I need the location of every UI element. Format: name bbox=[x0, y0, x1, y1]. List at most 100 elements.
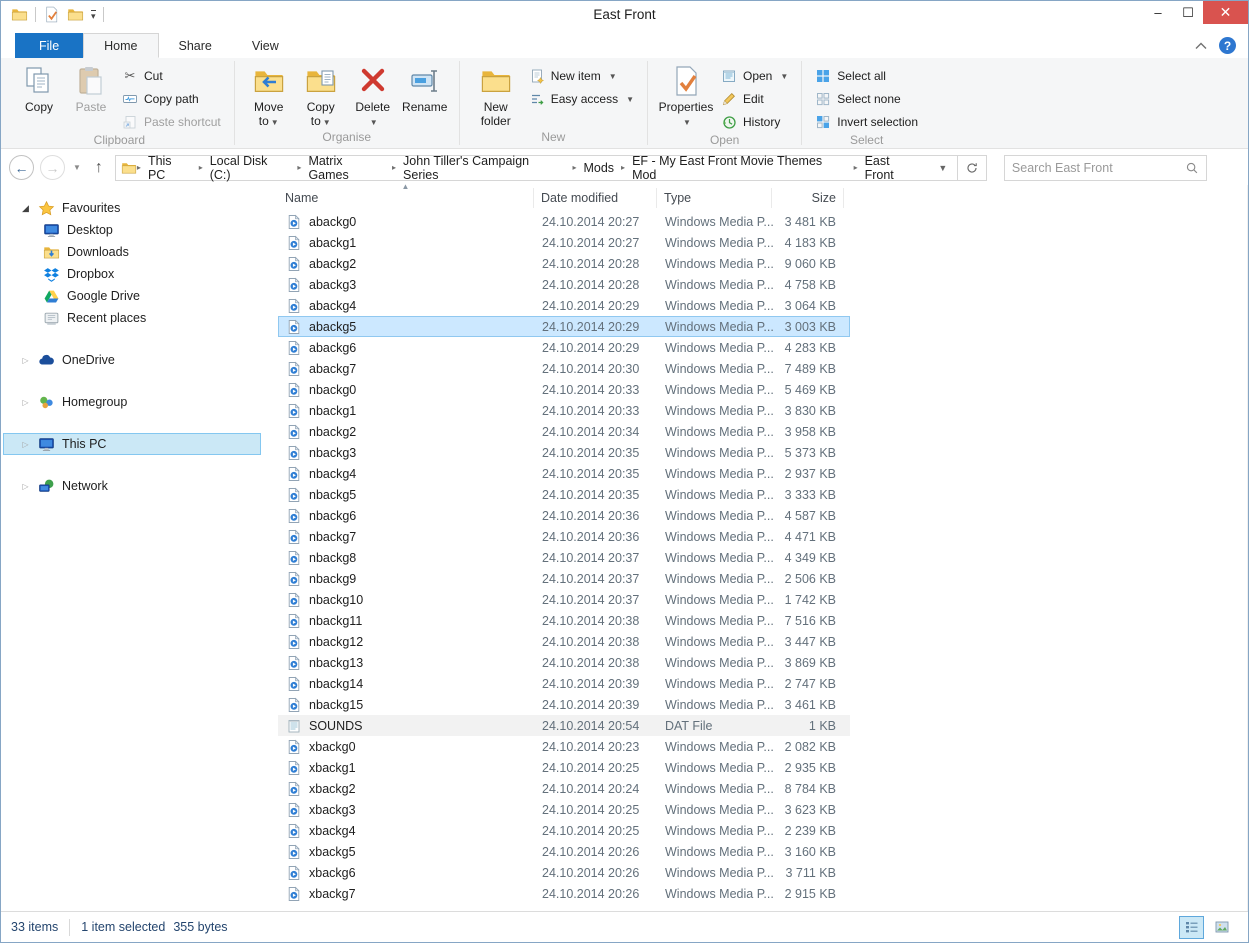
recent-locations-arrow-icon[interactable]: ▼ bbox=[71, 163, 83, 172]
table-row[interactable]: nbackg11 24.10.2014 20:38 Windows Media … bbox=[278, 610, 850, 631]
breadcrumb-item[interactable]: This PC bbox=[141, 154, 199, 182]
maximize-button[interactable]: ☐ bbox=[1173, 1, 1203, 24]
refresh-button[interactable] bbox=[957, 155, 986, 180]
table-row[interactable]: nbackg2 24.10.2014 20:34 Windows Media P… bbox=[278, 421, 850, 442]
sidebar-item-desktop[interactable]: Desktop bbox=[3, 219, 261, 241]
tab-home[interactable]: Home bbox=[83, 33, 159, 58]
sidebar-item-network[interactable]: ▷ Network bbox=[3, 475, 261, 497]
minimize-button[interactable]: – bbox=[1143, 1, 1173, 24]
paste-button[interactable]: Paste bbox=[65, 62, 117, 114]
table-row[interactable]: SOUNDS 24.10.2014 20:54 DAT File 1 KB bbox=[278, 715, 850, 736]
sidebar-item-favourites[interactable]: ◢ Favourites bbox=[3, 197, 261, 219]
open-button[interactable]: Open ▼ bbox=[716, 65, 793, 87]
properties-qat-icon[interactable] bbox=[43, 6, 60, 23]
sidebar-item-this-pc[interactable]: ▷ This PC bbox=[3, 433, 261, 455]
help-icon[interactable]: ? bbox=[1219, 37, 1236, 54]
breadcrumb-item[interactable]: Mods bbox=[576, 156, 621, 180]
table-row[interactable]: nbackg15 24.10.2014 20:39 Windows Media … bbox=[278, 694, 850, 715]
table-row[interactable]: nbackg4 24.10.2014 20:35 Windows Media P… bbox=[278, 463, 850, 484]
table-row[interactable]: xbackg4 24.10.2014 20:25 Windows Media P… bbox=[278, 820, 850, 841]
table-row[interactable]: nbackg1 24.10.2014 20:33 Windows Media P… bbox=[278, 400, 850, 421]
new-folder-qat-icon[interactable] bbox=[67, 6, 84, 23]
table-row[interactable]: xbackg2 24.10.2014 20:24 Windows Media P… bbox=[278, 778, 850, 799]
table-row[interactable]: nbackg7 24.10.2014 20:36 Windows Media P… bbox=[278, 526, 850, 547]
close-button[interactable]: ✕ bbox=[1203, 1, 1248, 24]
table-row[interactable]: nbackg6 24.10.2014 20:36 Windows Media P… bbox=[278, 505, 850, 526]
new-folder-button[interactable]: New folder bbox=[468, 62, 524, 128]
tab-file[interactable]: File bbox=[15, 33, 84, 58]
thumbnails-view-button[interactable] bbox=[1209, 916, 1234, 939]
column-header-size[interactable]: Size bbox=[772, 188, 844, 208]
sidebar-item-homegroup[interactable]: ▷ Homegroup bbox=[3, 391, 261, 413]
table-row[interactable]: abackg0 24.10.2014 20:27 Windows Media P… bbox=[278, 211, 850, 232]
table-row[interactable]: nbackg9 24.10.2014 20:37 Windows Media P… bbox=[278, 568, 850, 589]
table-row[interactable]: xbackg1 24.10.2014 20:25 Windows Media P… bbox=[278, 757, 850, 778]
cut-button[interactable]: ✂ Cut bbox=[117, 65, 226, 87]
breadcrumb-item[interactable]: Local Disk (C:) bbox=[203, 154, 298, 182]
copy-button[interactable]: Copy bbox=[13, 62, 65, 114]
new-item-button[interactable]: New item ▼ bbox=[524, 65, 639, 87]
breadcrumb-item[interactable]: EF - My East Front Movie Themes Mod bbox=[625, 154, 854, 182]
edit-button[interactable]: Edit bbox=[716, 88, 793, 110]
expander-open-icon[interactable]: ◢ bbox=[20, 203, 31, 214]
table-row[interactable]: nbackg14 24.10.2014 20:39 Windows Media … bbox=[278, 673, 850, 694]
back-button[interactable]: ← bbox=[9, 155, 34, 180]
table-row[interactable]: nbackg0 24.10.2014 20:33 Windows Media P… bbox=[278, 379, 850, 400]
sidebar-item-recent-places[interactable]: Recent places bbox=[3, 307, 261, 329]
details-view-button[interactable] bbox=[1179, 915, 1204, 939]
tab-view[interactable]: View bbox=[232, 33, 299, 58]
copy-to-button[interactable]: Copy to ▼ bbox=[295, 62, 347, 130]
rename-button[interactable]: Rename bbox=[399, 62, 451, 114]
up-button[interactable]: ↑ bbox=[89, 159, 109, 177]
breadcrumb-item[interactable]: John Tiller's Campaign Series bbox=[396, 154, 572, 182]
sidebar-item-downloads[interactable]: Downloads bbox=[3, 241, 261, 263]
select-none-button[interactable]: Select none bbox=[810, 88, 923, 110]
table-row[interactable]: nbackg13 24.10.2014 20:38 Windows Media … bbox=[278, 652, 850, 673]
select-all-button[interactable]: Select all bbox=[810, 65, 923, 87]
table-row[interactable]: abackg2 24.10.2014 20:28 Windows Media P… bbox=[278, 253, 850, 274]
sidebar-item-google-drive[interactable]: Google Drive bbox=[3, 285, 261, 307]
table-row[interactable]: xbackg7 24.10.2014 20:26 Windows Media P… bbox=[278, 883, 850, 904]
expander-closed-icon[interactable]: ▷ bbox=[20, 482, 31, 491]
table-row[interactable]: nbackg12 24.10.2014 20:38 Windows Media … bbox=[278, 631, 850, 652]
column-header-name[interactable]: ▲ Name bbox=[278, 182, 534, 208]
table-row[interactable]: nbackg5 24.10.2014 20:35 Windows Media P… bbox=[278, 484, 850, 505]
address-dropdown-icon[interactable]: ▼ bbox=[928, 163, 957, 173]
customize-qat-icon[interactable]: ▾ bbox=[91, 9, 96, 20]
table-row[interactable]: abackg1 24.10.2014 20:27 Windows Media P… bbox=[278, 232, 850, 253]
delete-button[interactable]: Delete ▼ bbox=[347, 62, 399, 130]
column-header-type[interactable]: Type bbox=[657, 188, 772, 208]
table-row[interactable]: abackg6 24.10.2014 20:29 Windows Media P… bbox=[278, 337, 850, 358]
tab-share[interactable]: Share bbox=[159, 33, 232, 58]
properties-button[interactable]: Properties ▼ bbox=[656, 62, 716, 130]
address-bar[interactable]: ▸ This PC ▸ Local Disk (C:) ▸ Matrix Games ▸ Jo… bbox=[114, 154, 987, 182]
move-to-button[interactable]: Move to ▼ bbox=[243, 62, 295, 130]
sidebar-item-onedrive[interactable]: ▷ OneDrive bbox=[3, 349, 261, 371]
search-input[interactable] bbox=[1011, 160, 1185, 175]
expander-closed-icon[interactable]: ▷ bbox=[20, 356, 31, 365]
forward-button[interactable]: → bbox=[40, 155, 65, 180]
table-row[interactable]: abackg3 24.10.2014 20:28 Windows Media P… bbox=[278, 274, 850, 295]
table-row[interactable]: abackg5 24.10.2014 20:29 Windows Media P… bbox=[278, 316, 850, 337]
table-row[interactable]: abackg7 24.10.2014 20:30 Windows Media P… bbox=[278, 358, 850, 379]
history-button[interactable]: History bbox=[716, 111, 793, 133]
breadcrumb-item[interactable]: East Front bbox=[858, 154, 929, 182]
collapse-ribbon-icon[interactable] bbox=[1195, 42, 1207, 50]
search-icon[interactable] bbox=[1185, 161, 1199, 175]
table-row[interactable]: nbackg3 24.10.2014 20:35 Windows Media P… bbox=[278, 442, 850, 463]
invert-selection-button[interactable]: Invert selection bbox=[810, 111, 923, 133]
table-row[interactable]: xbackg5 24.10.2014 20:26 Windows Media P… bbox=[278, 841, 850, 862]
breadcrumb-item[interactable]: Matrix Games bbox=[301, 154, 392, 182]
sidebar-item-dropbox[interactable]: Dropbox bbox=[3, 263, 261, 285]
table-row[interactable]: nbackg8 24.10.2014 20:37 Windows Media P… bbox=[278, 547, 850, 568]
expander-closed-icon[interactable]: ▷ bbox=[20, 440, 31, 449]
table-row[interactable]: xbackg3 24.10.2014 20:25 Windows Media P… bbox=[278, 799, 850, 820]
expander-closed-icon[interactable]: ▷ bbox=[20, 398, 31, 407]
column-header-date-modified[interactable]: Date modified bbox=[534, 188, 657, 208]
copy-path-button[interactable]: Copy path bbox=[117, 88, 226, 110]
table-row[interactable]: xbackg0 24.10.2014 20:23 Windows Media P… bbox=[278, 736, 850, 757]
easy-access-button[interactable]: Easy access ▼ bbox=[524, 88, 639, 110]
table-row[interactable]: abackg4 24.10.2014 20:29 Windows Media P… bbox=[278, 295, 850, 316]
paste-shortcut-button[interactable]: Paste shortcut bbox=[117, 111, 226, 133]
table-row[interactable]: nbackg10 24.10.2014 20:37 Windows Media … bbox=[278, 589, 850, 610]
